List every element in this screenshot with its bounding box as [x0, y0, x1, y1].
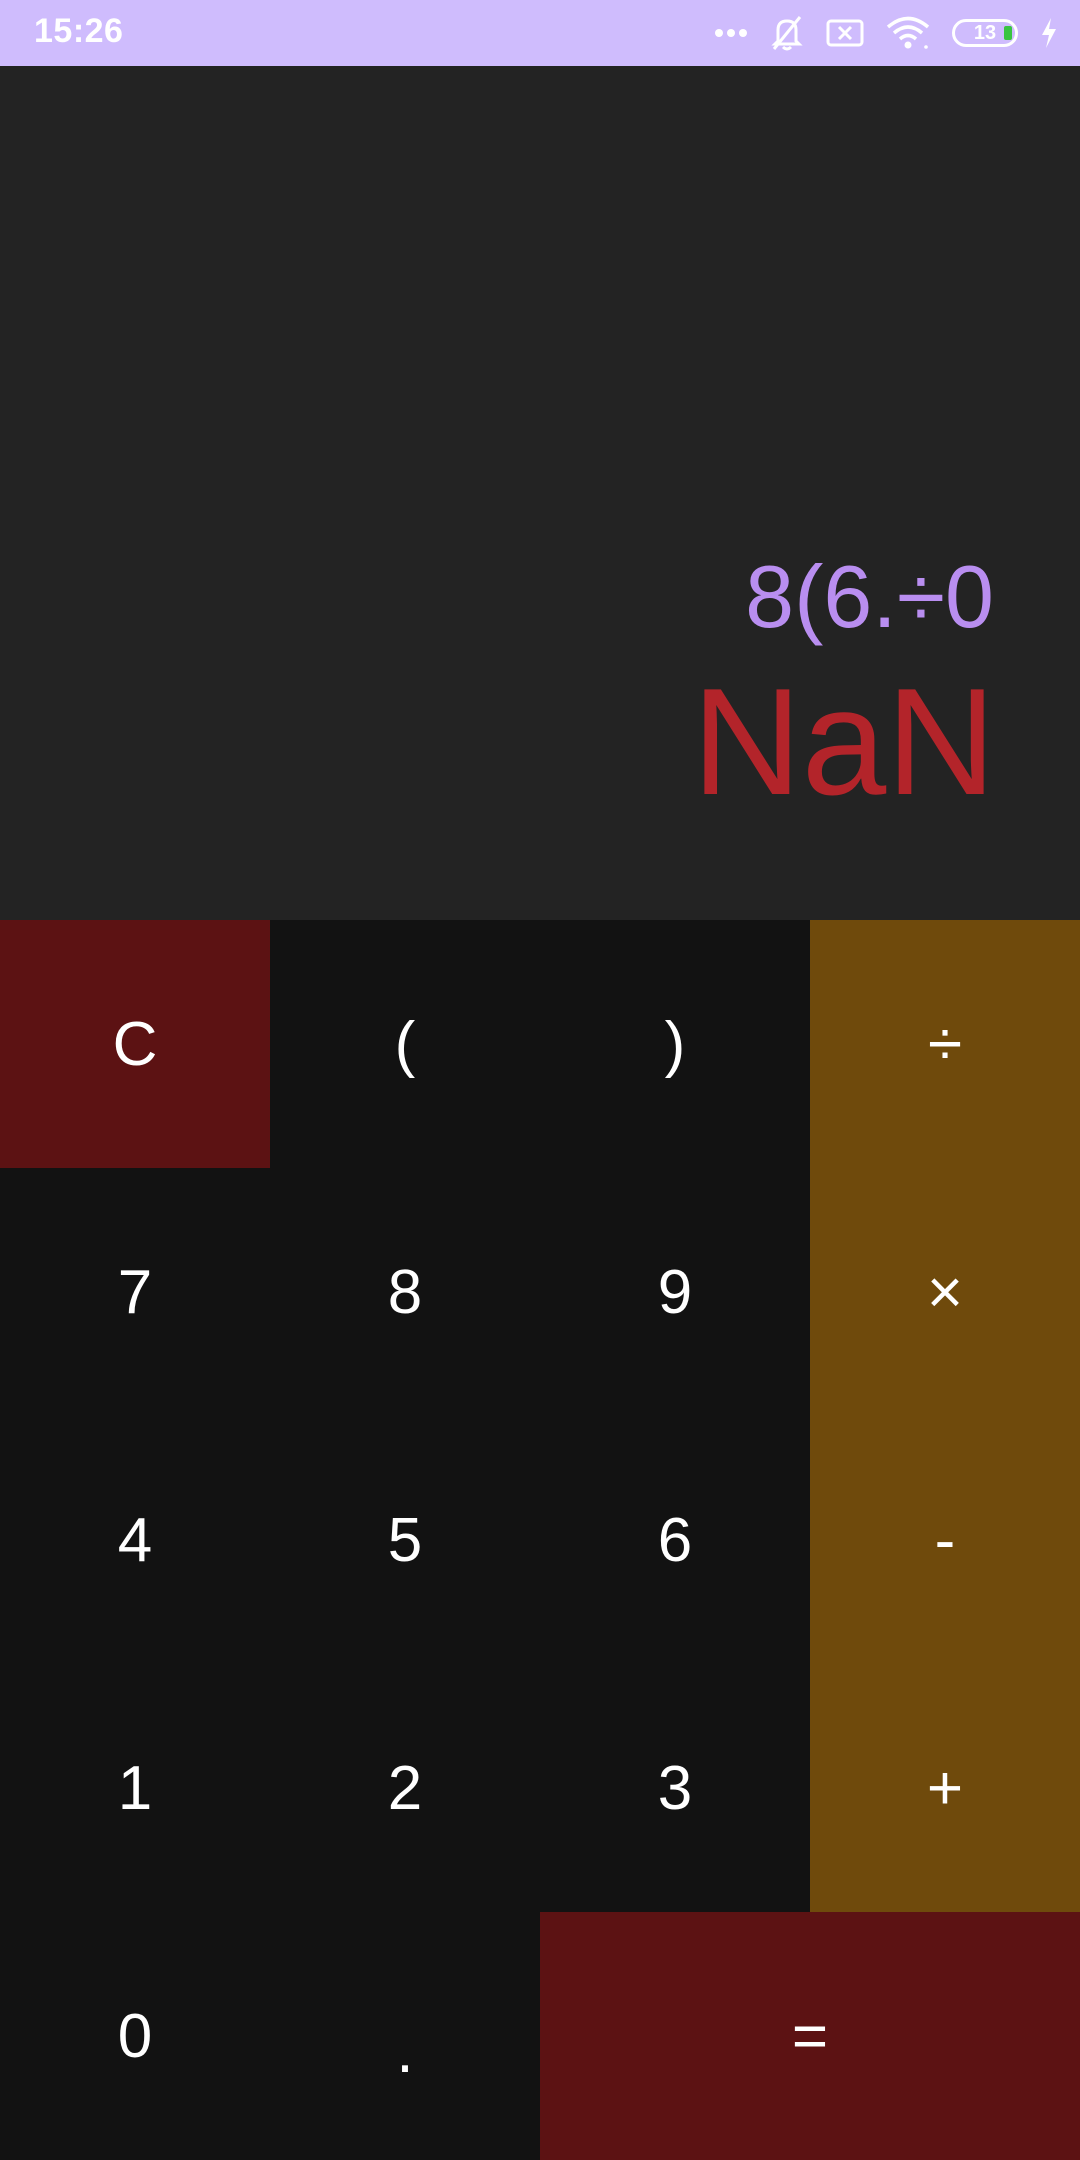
digit-5-button[interactable]: 5	[270, 1416, 540, 1664]
digit-7-button[interactable]: 7	[0, 1168, 270, 1416]
open-paren-button[interactable]: (	[270, 920, 540, 1168]
battery-level	[1004, 26, 1012, 40]
decimal-button[interactable]: .	[270, 1912, 540, 2160]
wifi-icon	[886, 16, 930, 50]
battery-icon: 13	[952, 19, 1018, 47]
sim-off-icon	[826, 18, 864, 48]
result-text: NaN	[691, 657, 996, 827]
add-button[interactable]: +	[810, 1664, 1080, 1912]
subtract-button[interactable]: -	[810, 1416, 1080, 1664]
digit-4-button[interactable]: 4	[0, 1416, 270, 1664]
digit-0-button[interactable]: 0	[0, 1912, 270, 2160]
equals-button[interactable]: =	[540, 1912, 1080, 2160]
digit-1-button[interactable]: 1	[0, 1664, 270, 1912]
clear-button[interactable]: C	[0, 920, 270, 1168]
display: 8(6.÷0 NaN	[0, 66, 1080, 920]
status-bar: 15:26 13	[0, 0, 1080, 66]
keypad: C ( ) ÷ 7 8 9 × 4 5 6 - 1 2 3 + 0 . =	[0, 920, 1080, 2160]
status-icons: 13	[714, 12, 1058, 54]
digit-9-button[interactable]: 9	[540, 1168, 810, 1416]
charging-bolt-icon	[1040, 17, 1058, 49]
battery-percent: 13	[973, 21, 997, 44]
multiply-button[interactable]: ×	[810, 1168, 1080, 1416]
close-paren-button[interactable]: )	[540, 920, 810, 1168]
divide-button[interactable]: ÷	[810, 920, 1080, 1168]
expression-text: 8(6.÷0	[745, 547, 994, 646]
digit-3-button[interactable]: 3	[540, 1664, 810, 1912]
digit-8-button[interactable]: 8	[270, 1168, 540, 1416]
bell-off-icon	[770, 15, 804, 51]
status-time: 15:26	[34, 12, 124, 50]
digit-6-button[interactable]: 6	[540, 1416, 810, 1664]
digit-2-button[interactable]: 2	[270, 1664, 540, 1912]
more-dots-icon	[714, 28, 748, 38]
